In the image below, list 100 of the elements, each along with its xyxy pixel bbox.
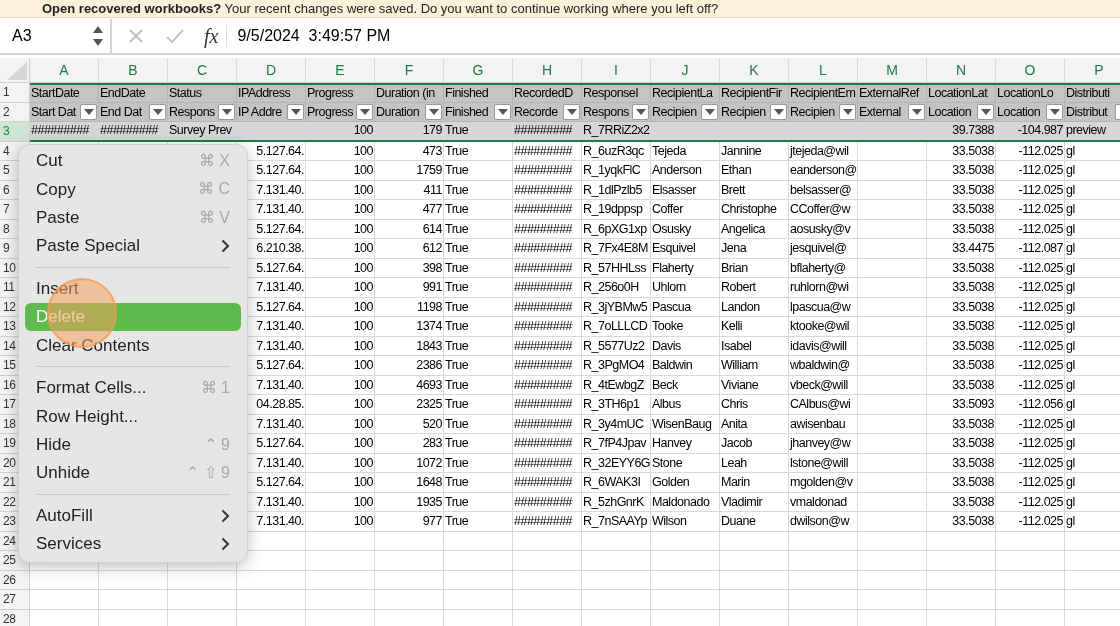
table-cell: gl — [1065, 142, 1076, 159]
table-cell: R_19dppsp — [582, 201, 644, 218]
formula-field[interactable]: 9/5/2024 3:49:57 PM — [237, 23, 391, 48]
header-cell: Start Dat — [30, 103, 77, 120]
table-cell: -112.025 — [1017, 181, 1064, 198]
table-cell: gl — [1065, 318, 1076, 335]
header-cell: IP Addre — [237, 103, 283, 120]
table-cell: 1759 — [415, 162, 443, 179]
table-cell: 614 — [421, 220, 443, 237]
header-cell: LocationLat — [927, 85, 989, 102]
table-cell: Duane — [720, 513, 757, 530]
menu-item[interactable]: Services — [25, 530, 241, 559]
header-cell: Distribut — [1065, 103, 1109, 120]
column-header[interactable]: F — [375, 58, 444, 82]
table-cell: R_7RRiZ2x2 — [582, 122, 650, 139]
table-cell: bflaherty@ — [789, 259, 847, 276]
column-header[interactable]: O — [996, 58, 1065, 82]
menu-item-label: Hide — [36, 434, 71, 457]
menu-item-label: Format Cells... — [36, 377, 147, 400]
menu-item[interactable]: Copy ⌘ C — [25, 175, 241, 204]
table-cell: 2325 — [415, 396, 443, 413]
column-header[interactable]: B — [99, 58, 168, 82]
header-cell: Progress — [306, 85, 355, 102]
row-number[interactable]: 7 — [3, 202, 10, 217]
table-cell: ######### — [513, 220, 574, 237]
column-header[interactable]: E — [306, 58, 375, 82]
table-cell: gl — [1065, 474, 1076, 491]
table-cell: gl — [1065, 415, 1076, 432]
row-number[interactable]: 6 — [3, 182, 10, 197]
menu-item[interactable]: Paste ⌘ V — [25, 203, 241, 232]
name-box[interactable]: A3 — [0, 18, 112, 53]
menu-item[interactable]: Row Height... — [25, 402, 241, 431]
table-cell: Survey Prev — [168, 122, 233, 139]
column-header[interactable]: A — [30, 58, 99, 82]
column-header[interactable]: P — [1065, 58, 1120, 82]
table-cell: True — [444, 298, 470, 315]
table-cell: ######### — [513, 376, 574, 393]
column-header[interactable]: J — [651, 58, 720, 82]
table-cell: Esquivel — [651, 240, 697, 257]
function-button[interactable]: fx — [204, 24, 228, 47]
table-cell: Brian — [720, 259, 749, 276]
table-cell: -112.025 — [1017, 376, 1064, 393]
table-cell: 39.7388 — [951, 122, 995, 139]
table-cell: 100 — [352, 298, 374, 315]
table-cell: Pascua — [651, 298, 692, 315]
header-cell: Recorde — [513, 103, 559, 120]
column-header[interactable]: D — [237, 58, 306, 82]
table-cell: 33.5038 — [951, 474, 995, 491]
column-header[interactable]: C — [168, 58, 237, 82]
table-cell: ######### — [513, 337, 574, 354]
table-cell: ######### — [513, 318, 574, 335]
table-cell: ######### — [513, 122, 574, 139]
menu-item-label: Clear Contents — [36, 334, 150, 357]
row-number[interactable]: 4 — [3, 143, 10, 158]
header-cell: RecipientEm — [789, 85, 857, 102]
table-cell: 33.5038 — [951, 415, 995, 432]
column-header[interactable]: I — [582, 58, 651, 82]
table-cell: jtejeda@wil — [789, 142, 850, 159]
menu-item[interactable]: Unhide ⌃ ⇧ 9 — [25, 458, 241, 488]
menu-item[interactable]: Hide ⌃ 9 — [25, 430, 241, 459]
row-number[interactable]: 5 — [3, 163, 10, 178]
row-number[interactable]: 1 — [3, 85, 10, 100]
row-number[interactable]: 9 — [3, 241, 10, 256]
header-cell: Finished — [444, 85, 490, 102]
row-number[interactable]: 2 — [3, 104, 10, 119]
column-header[interactable]: G — [444, 58, 513, 82]
menu-item[interactable]: Paste Special — [25, 231, 241, 261]
column-header[interactable]: N — [927, 58, 996, 82]
table-cell: True — [444, 454, 470, 471]
table-cell: 7.131.40. — [255, 493, 305, 510]
table-cell: True — [444, 122, 470, 139]
column-header[interactable]: K — [720, 58, 789, 82]
table-cell: 100 — [352, 357, 374, 374]
column-header[interactable]: L — [789, 58, 858, 82]
table-cell: ktooke@wil — [789, 318, 851, 335]
header-cell: RecipientLa — [651, 85, 714, 102]
table-cell: R_7oLLLCD — [582, 318, 649, 335]
table-cell: R_5577Uz2 — [582, 337, 646, 354]
row-number[interactable]: 8 — [3, 221, 10, 236]
column-header[interactable]: H — [513, 58, 582, 82]
table-cell: Coffer — [651, 201, 684, 218]
menu-item[interactable]: Cut ⌘ X — [25, 147, 241, 176]
menu-item-label: Services — [36, 533, 102, 556]
table-cell: ######### — [99, 122, 160, 139]
table-cell: 33.5038 — [951, 513, 995, 530]
table-cell: True — [444, 318, 470, 335]
column-header[interactable]: M — [858, 58, 927, 82]
menu-item[interactable]: AutoFill — [25, 501, 241, 531]
table-cell: 1198 — [416, 298, 443, 315]
table-cell: R_3TH6p1 — [582, 396, 641, 413]
table-cell: True — [444, 415, 470, 432]
menu-item[interactable]: Format Cells... ⌘ 1 — [25, 374, 241, 403]
table-cell: Angelica — [720, 220, 766, 237]
table-cell: ######### — [513, 357, 574, 374]
menu-item-label: Unhide — [36, 462, 90, 485]
menu-item[interactable]: Clear Contents — [25, 331, 241, 360]
table-cell: Tejeda — [651, 142, 687, 159]
table-cell: Anderson — [651, 162, 703, 179]
header-cell: External — [858, 103, 902, 120]
row-number[interactable]: 3 — [3, 124, 10, 139]
